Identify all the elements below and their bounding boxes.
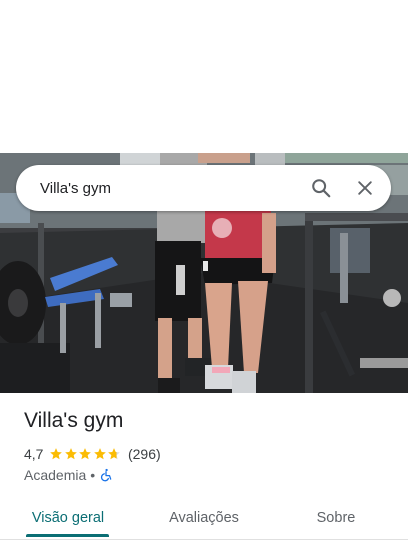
place-tabs: Visão geral Avaliações Sobre <box>0 500 408 540</box>
rating-value: 4,7 <box>24 446 44 462</box>
search-button[interactable] <box>303 170 339 206</box>
category-label: Academia <box>24 467 87 483</box>
tabs-divider <box>0 539 408 540</box>
close-icon <box>358 181 372 195</box>
tab-about[interactable]: Sobre <box>292 500 380 536</box>
star-icon <box>79 448 92 460</box>
star-rating <box>49 447 122 461</box>
map-blank-area <box>0 0 408 153</box>
search-input[interactable]: Villa's gym <box>40 180 303 197</box>
star-icon <box>108 448 121 460</box>
active-tab-indicator <box>26 534 109 537</box>
search-icon <box>312 179 331 198</box>
rating-row[interactable]: 4,7 (296) <box>24 445 161 463</box>
place-title: Villa's gym <box>24 409 124 432</box>
tab-overview[interactable]: Visão geral <box>20 500 116 536</box>
star-icon <box>94 448 106 460</box>
category-row: Academia • <box>24 466 113 484</box>
review-count[interactable]: (296) <box>128 446 161 462</box>
close-button[interactable] <box>347 170 383 206</box>
separator-dot: • <box>90 467 96 483</box>
search-bar[interactable]: Villa's gym <box>16 165 391 211</box>
star-icon <box>50 448 63 460</box>
wheelchair-accessible-icon <box>101 468 112 482</box>
tab-reviews[interactable]: Avaliações <box>156 500 252 536</box>
star-icon <box>65 448 77 460</box>
